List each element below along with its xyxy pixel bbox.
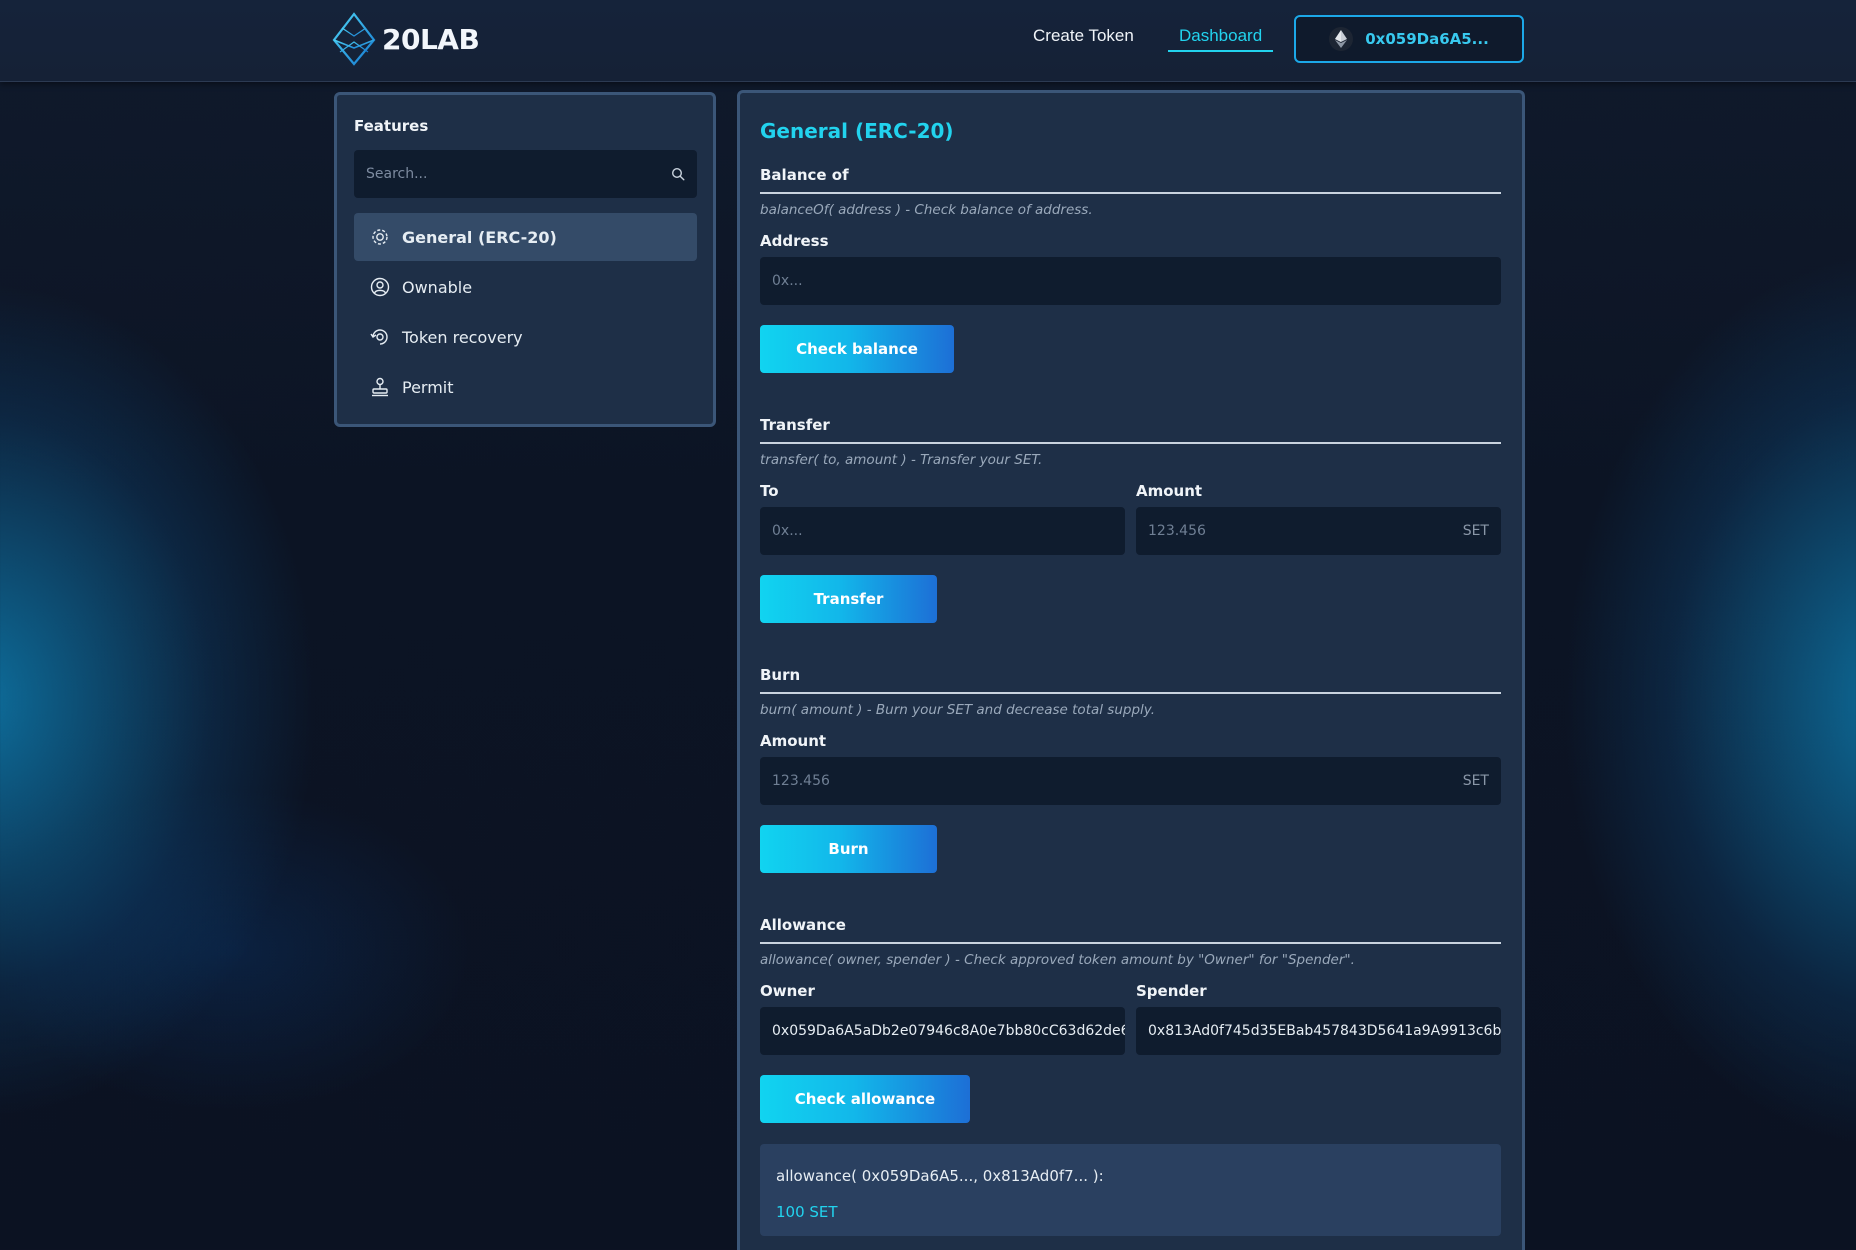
section-desc-balance-of: balanceOf( address ) - Check balance of … <box>760 202 1093 218</box>
section-title-balance-of: Balance of <box>760 166 1501 194</box>
burn-amount-label: Amount <box>760 732 827 750</box>
allowance-result-call: allowance( 0x059Da6A5..., 0x813Ad0f7... … <box>776 1167 1104 1185</box>
allowance-result: allowance( 0x059Da6A5..., 0x813Ad0f7... … <box>760 1144 1501 1236</box>
logo[interactable]: 20LAB <box>332 12 480 66</box>
check-balance-button[interactable]: Check balance <box>760 325 954 373</box>
transfer-amount-label: Amount <box>1136 482 1203 500</box>
ethereum-icon <box>1329 27 1354 51</box>
sidebar-item-token-recovery[interactable]: Token recovery <box>354 313 697 361</box>
nav-create-token[interactable]: Create Token <box>1033 26 1134 46</box>
search-input[interactable]: Search... <box>354 150 697 198</box>
spender-label: Spender <box>1136 982 1207 1000</box>
logo-text: 20LAB <box>382 22 480 56</box>
page-title: General (ERC-20) <box>760 119 954 143</box>
transfer-button[interactable]: Transfer <box>760 575 937 623</box>
address-label: Address <box>760 232 829 250</box>
gear-icon <box>372 229 388 245</box>
burn-button[interactable]: Burn <box>760 825 937 873</box>
burn-amount-unit: SET <box>1462 773 1489 789</box>
check-allowance-button[interactable]: Check allowance <box>760 1075 970 1123</box>
sidebar-item-permit[interactable]: Permit <box>354 363 697 411</box>
wallet-address: 0x059Da6A5... <box>1365 30 1489 48</box>
section-title-allowance: Allowance <box>760 916 1501 944</box>
search-icon[interactable] <box>671 167 685 181</box>
section-desc-allowance: allowance( owner, spender ) - Check appr… <box>760 952 1355 968</box>
owner-value: 0x059Da6A5aDb2e07946c8A0e7bb80cC63d62de6 <box>772 1023 1125 1039</box>
search-placeholder: Search... <box>366 166 428 182</box>
burn-amount-placeholder: 123.456 <box>772 773 830 789</box>
sidebar-title: Features <box>354 117 429 135</box>
address-input[interactable]: 0x... <box>760 257 1501 305</box>
address-placeholder: 0x... <box>772 273 803 289</box>
allowance-result-value: 100 SET <box>776 1203 838 1221</box>
nav-dashboard[interactable]: Dashboard <box>1168 26 1274 52</box>
recovery-icon <box>370 329 388 345</box>
logo-diamond-icon <box>332 12 376 66</box>
wallet-button[interactable]: 0x059Da6A5... <box>1294 15 1524 63</box>
transfer-amount-input[interactable]: 123.456 SET <box>1136 507 1501 555</box>
main-panel: General (ERC-20) Balance of balanceOf( a… <box>737 90 1525 1250</box>
stamp-icon <box>372 377 388 397</box>
section-title-transfer: Transfer <box>760 416 1501 444</box>
owner-label: Owner <box>760 982 815 1000</box>
section-title-burn: Burn <box>760 666 1501 694</box>
transfer-amount-unit: SET <box>1462 523 1489 539</box>
to-address-input[interactable]: 0x... <box>760 507 1125 555</box>
user-circle-icon <box>370 277 390 297</box>
section-desc-burn: burn( amount ) - Burn your SET and decre… <box>760 702 1156 718</box>
top-bar: 20LAB Create Token Dashboard 0x059Da6A5.… <box>0 0 1856 82</box>
sidebar-item-label: General (ERC-20) <box>402 227 557 247</box>
burn-amount-input[interactable]: 123.456 SET <box>760 757 1501 805</box>
to-placeholder: 0x... <box>772 523 803 539</box>
sidebar-item-label: Permit <box>402 377 454 397</box>
to-label: To <box>760 482 779 500</box>
sidebar-item-general-erc20[interactable]: General (ERC-20) <box>354 213 697 261</box>
spender-input[interactable]: 0x813Ad0f745d35EBab457843D5641a9A9913c6b… <box>1136 1007 1501 1055</box>
features-sidebar: Features Search... General (ERC-20) Owna… <box>334 92 716 427</box>
section-desc-transfer: transfer( to, amount ) - Transfer your S… <box>760 452 1043 468</box>
transfer-amount-placeholder: 123.456 <box>1148 523 1206 539</box>
spender-value: 0x813Ad0f745d35EBab457843D5641a9A9913c6b… <box>1148 1023 1501 1039</box>
sidebar-item-label: Ownable <box>402 277 473 297</box>
owner-input[interactable]: 0x059Da6A5aDb2e07946c8A0e7bb80cC63d62de6 <box>760 1007 1125 1055</box>
sidebar-item-ownable[interactable]: Ownable <box>354 263 697 311</box>
sidebar-item-label: Token recovery <box>402 327 523 347</box>
